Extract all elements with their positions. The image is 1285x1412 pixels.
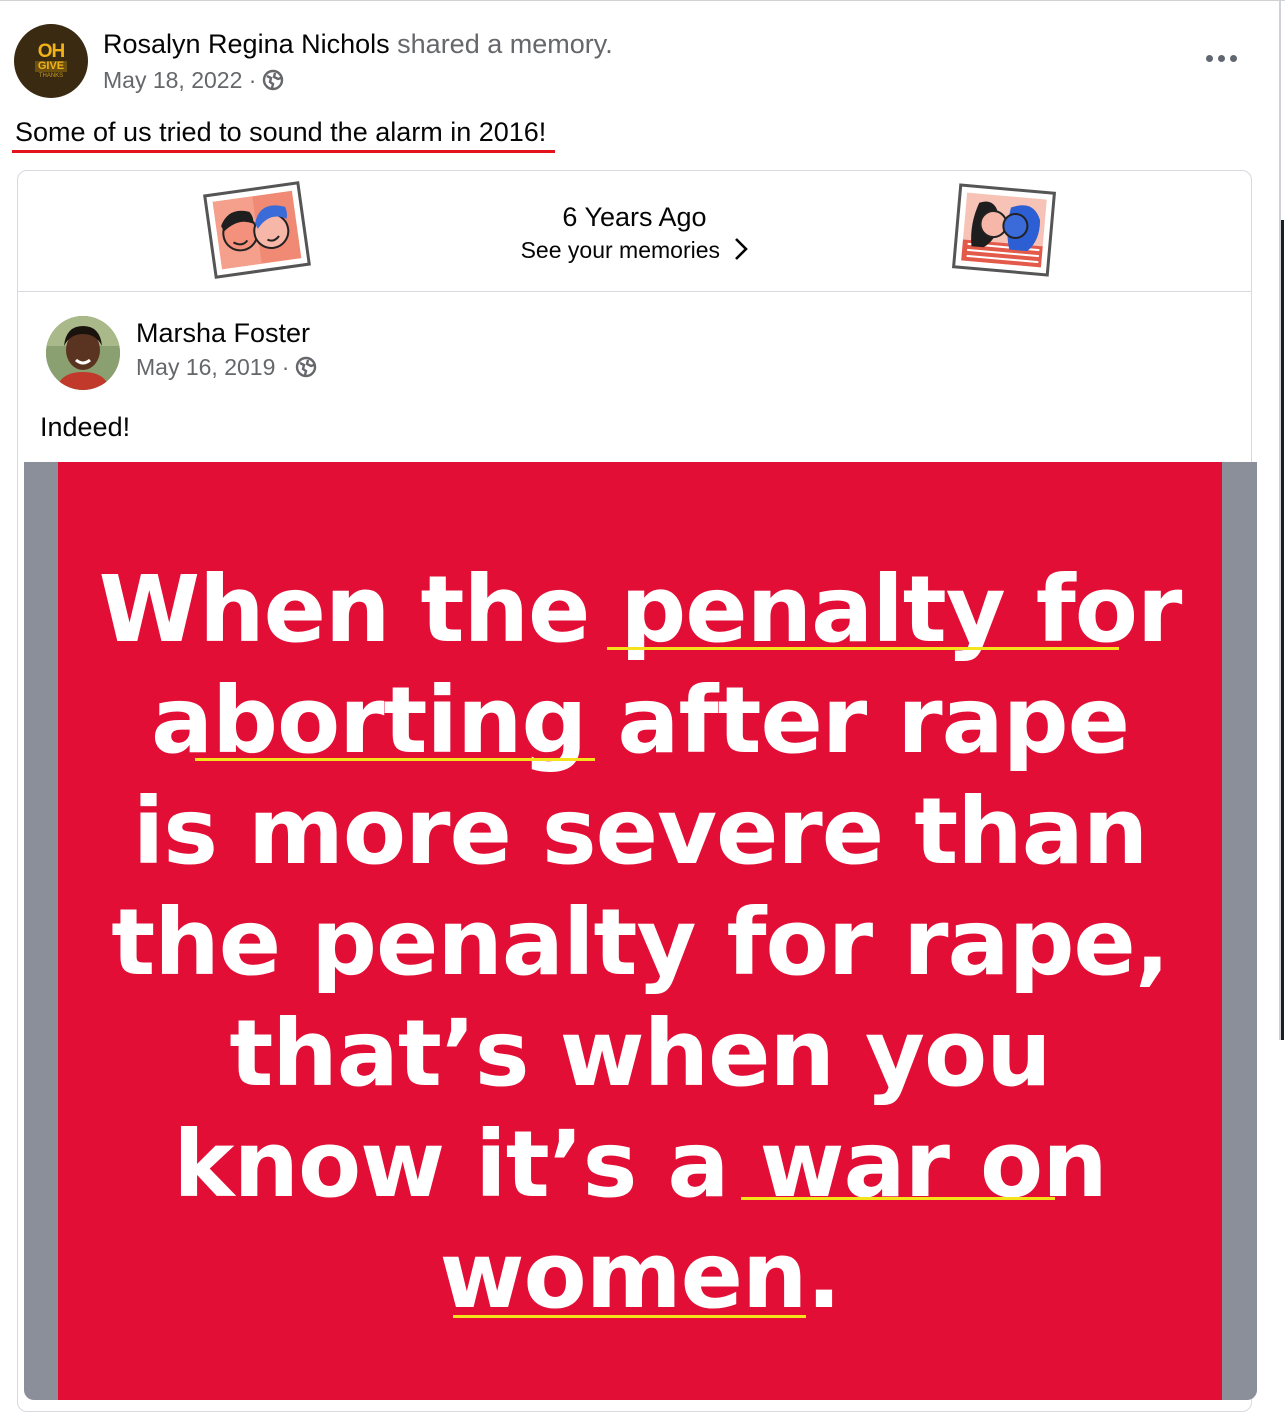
person-photo (46, 316, 120, 390)
globe-icon[interactable] (295, 356, 317, 378)
meme-line: is more severe than (132, 778, 1149, 885)
post-header-line: Rosalyn Regina Nichols shared a memory. (103, 27, 613, 61)
shared-post-text: Indeed! (40, 412, 131, 442)
shared-author-name[interactable]: Marsha Foster (136, 317, 310, 349)
dot-icon (1229, 54, 1237, 62)
avatar-text-line2: GIVE (34, 60, 68, 72)
author-name[interactable]: Rosalyn Regina Nichols (103, 29, 390, 59)
highlight-underline (453, 1315, 806, 1318)
author-avatar[interactable]: OH GIVE THANKS (14, 24, 88, 98)
highlight-underline (741, 1197, 1055, 1200)
memory-title: 6 Years Ago (562, 202, 707, 232)
avatar-text-line1: OH (37, 40, 65, 62)
meme-line: the penalty for rape, (111, 889, 1170, 996)
dot-icon (1205, 54, 1213, 62)
globe-icon[interactable] (262, 69, 284, 91)
photo-couple-icon (951, 183, 1057, 277)
see-memories-link[interactable]: See your memories (18, 235, 1251, 265)
meme-line: that’s when you (229, 1000, 1051, 1107)
frame-top-border (0, 0, 1285, 1)
more-options-button[interactable] (1198, 44, 1244, 72)
highlight-underline (195, 758, 595, 761)
see-memories-label: See your memories (520, 237, 721, 263)
memory-header[interactable]: 6 Years Ago See your memories (18, 171, 1251, 292)
post-image[interactable]: When the penalty for aborting after rape… (24, 462, 1257, 1400)
post-date[interactable]: May 18, 2022 · (103, 64, 256, 96)
shared-post-date[interactable]: May 16, 2019 · (136, 351, 289, 383)
meme-text: When the penalty for aborting after rape… (58, 554, 1222, 1331)
highlight-underline (607, 647, 1119, 650)
shared-author-avatar[interactable] (46, 316, 120, 390)
chevron-right-icon (735, 238, 749, 260)
avatar-text-line3: THANKS (38, 72, 64, 79)
scrollbar-track[interactable] (1281, 220, 1284, 1040)
post-text: Some of us tried to sound the alarm in 2… (15, 117, 547, 147)
annotation-underline (12, 150, 555, 153)
dot-icon (1217, 54, 1225, 62)
meme-background: When the penalty for aborting after rape… (58, 462, 1222, 1400)
post-meta: May 18, 2022 · (103, 64, 284, 96)
post-action-text: shared a memory. (397, 29, 613, 59)
shared-post-meta: May 16, 2019 · (136, 351, 317, 383)
meme-line: know it’s a war on (173, 1111, 1107, 1218)
